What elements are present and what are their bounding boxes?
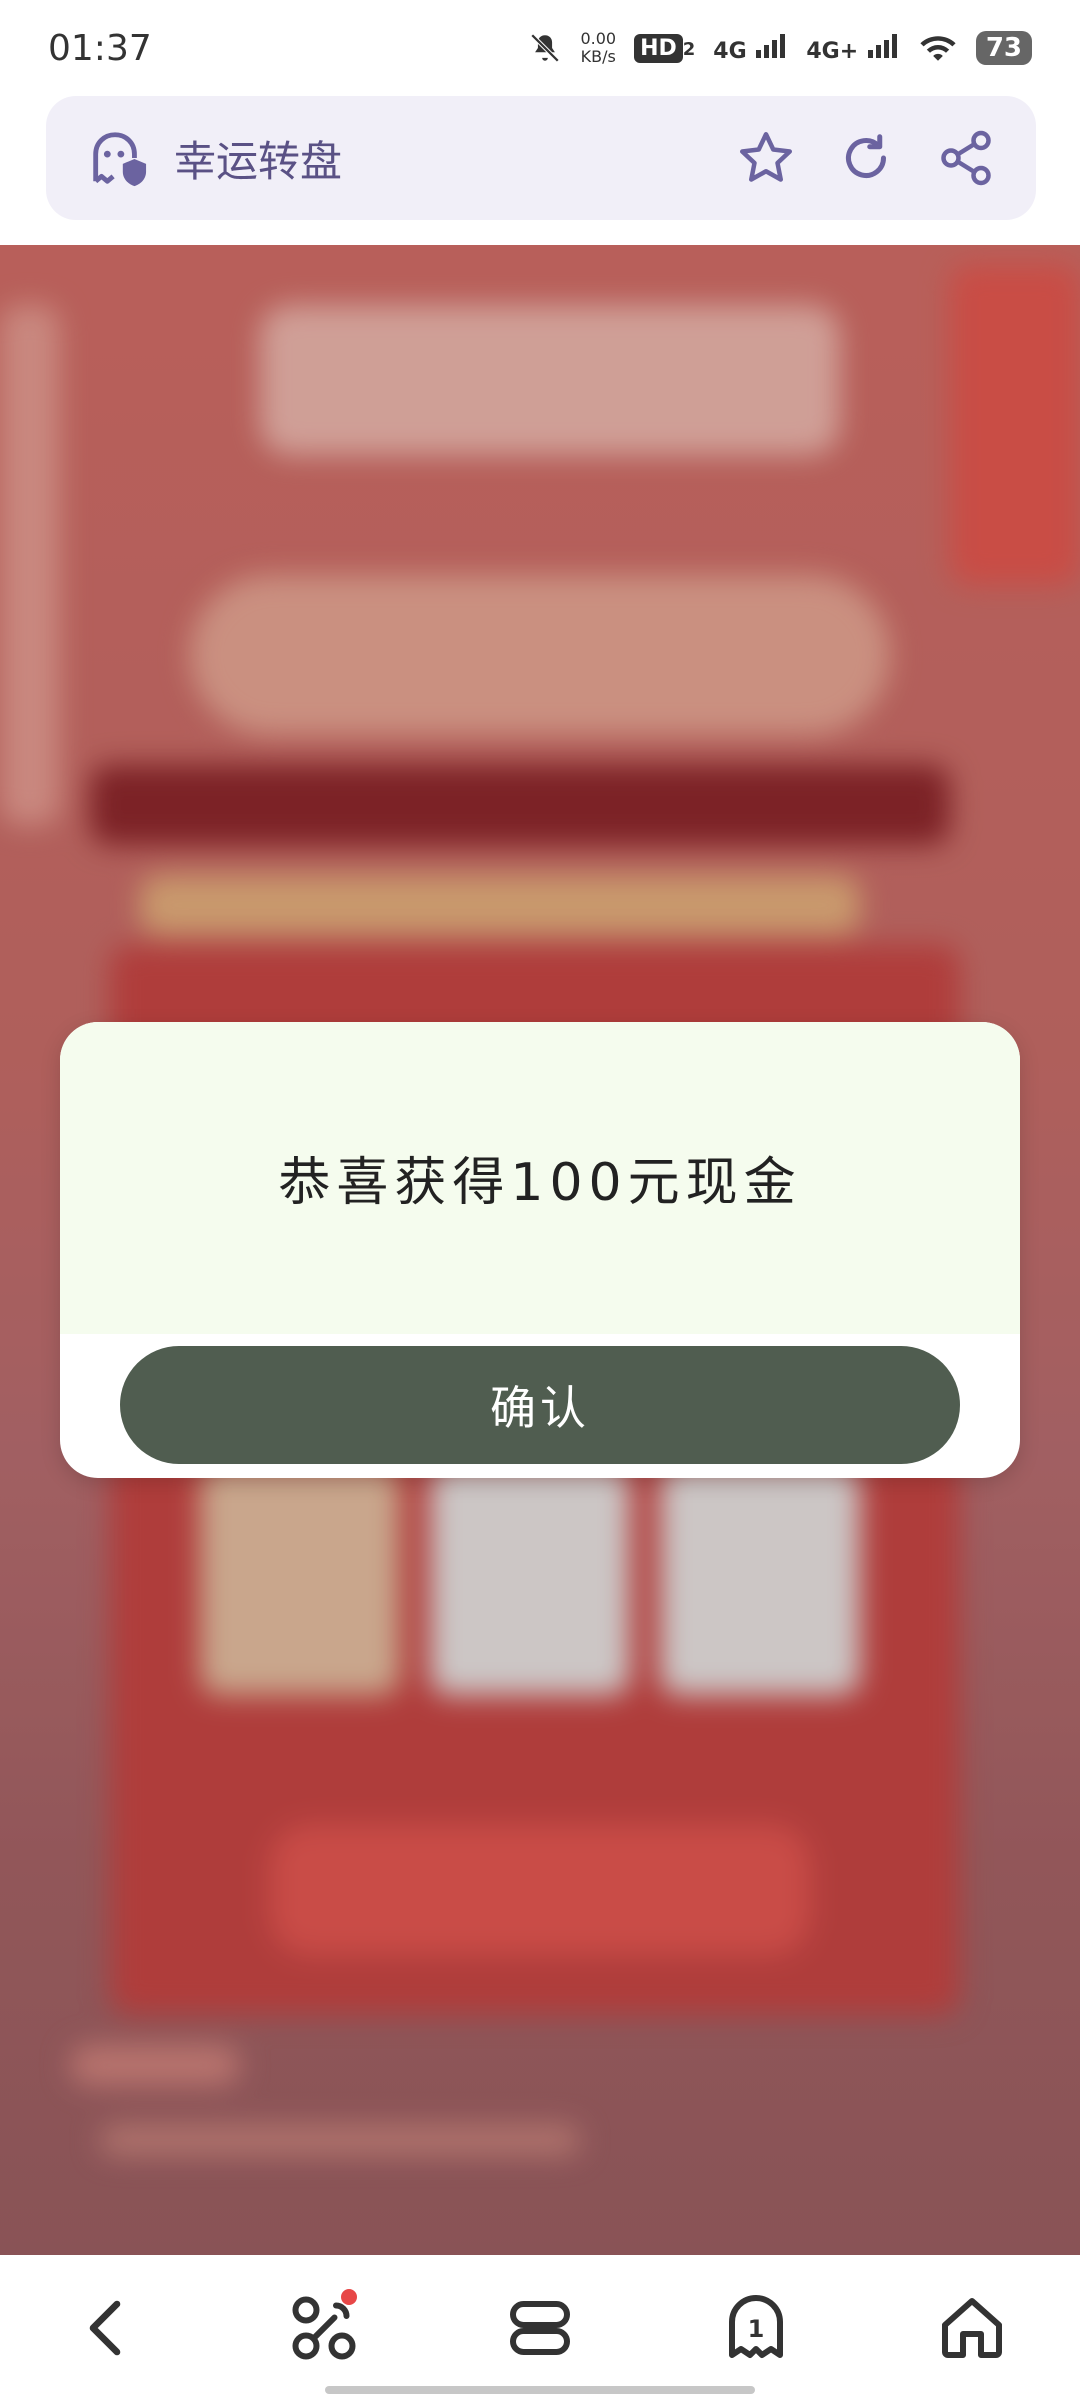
bottom-navigation: 1 bbox=[0, 2255, 1080, 2400]
status-time: 01:37 bbox=[48, 27, 152, 69]
dialog-message-area: 恭喜获得100元现金 bbox=[60, 1022, 1020, 1334]
prize-dialog: 恭喜获得100元现金 确认 bbox=[60, 1022, 1020, 1478]
star-icon[interactable] bbox=[736, 128, 796, 188]
speed-unit: KB/s bbox=[580, 47, 616, 66]
tabs-button[interactable]: 1 bbox=[701, 2273, 811, 2383]
back-button[interactable] bbox=[53, 2273, 163, 2383]
menu-icon bbox=[510, 2300, 570, 2355]
share-icon[interactable] bbox=[936, 128, 996, 188]
network-speed: 0.00 KB/s bbox=[580, 30, 616, 66]
hd-label: HD bbox=[634, 33, 683, 63]
net1-label: 4G bbox=[713, 39, 747, 64]
home-icon bbox=[942, 2297, 1002, 2358]
address-bar[interactable]: 幸运转盘 bbox=[46, 96, 1036, 220]
wifi-icon bbox=[920, 36, 956, 61]
network-4g: 4G bbox=[713, 32, 788, 64]
net2-label: 4G+ bbox=[806, 39, 859, 64]
home-button[interactable] bbox=[917, 2273, 1027, 2383]
back-icon bbox=[89, 2300, 121, 2355]
status-indicators: 0.00 KB/s HD 2 4G 4G+ 73 bbox=[528, 30, 1032, 66]
signal-icon bbox=[756, 34, 786, 58]
network-4g-plus: 4G+ bbox=[806, 32, 899, 64]
signal-icon bbox=[867, 34, 897, 58]
notification-dot bbox=[341, 2288, 357, 2305]
address-actions bbox=[736, 128, 996, 188]
hd-badge: HD 2 bbox=[634, 33, 696, 63]
home-indicator[interactable] bbox=[325, 2386, 755, 2394]
hd-sub: 2 bbox=[682, 38, 696, 60]
apps-button[interactable] bbox=[269, 2273, 379, 2383]
refresh-icon[interactable] bbox=[836, 128, 896, 188]
menu-button[interactable] bbox=[485, 2273, 595, 2383]
tab-count: 1 bbox=[748, 2315, 765, 2343]
battery-level: 73 bbox=[975, 31, 1032, 65]
mute-bell-icon bbox=[531, 33, 560, 63]
speed-value: 0.00 bbox=[580, 29, 617, 48]
ghost-shield-icon bbox=[93, 132, 147, 187]
page-title: 幸运转盘 bbox=[174, 136, 343, 186]
status-bar: 01:37 0.00 KB/s HD 2 4G 4G+ 73 bbox=[0, 0, 1080, 96]
dialog-message: 恭喜获得100元现金 bbox=[278, 1153, 802, 1213]
confirm-button[interactable]: 确认 bbox=[120, 1346, 960, 1464]
tabs-icon: 1 bbox=[729, 2294, 783, 2358]
